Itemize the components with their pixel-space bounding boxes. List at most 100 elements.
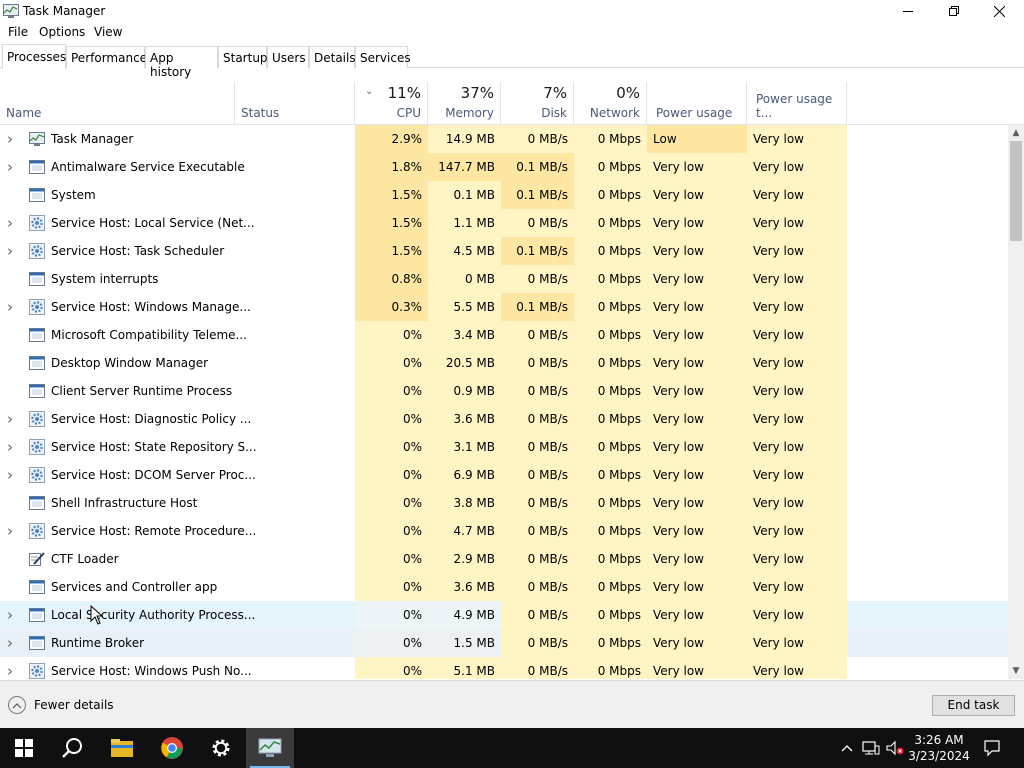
process-row[interactable]: › Service Host: Windows Manage... 0.3% 5.5 … bbox=[0, 293, 1008, 321]
column-memory[interactable]: 37% Memory bbox=[428, 82, 501, 125]
process-name: Services and Controller app bbox=[51, 580, 218, 594]
chevron-right-icon[interactable]: › bbox=[7, 293, 17, 321]
settings-button[interactable] bbox=[197, 728, 245, 768]
tab-startup[interactable]: Startup bbox=[218, 46, 268, 68]
cell-power: Very low bbox=[647, 461, 747, 489]
process-row[interactable]: › Service Host: Diagnostic Policy ... 0% 3.… bbox=[0, 405, 1008, 433]
cell-disk: 0 MB/s bbox=[501, 433, 574, 461]
volume-muted-icon bbox=[886, 740, 904, 756]
column-status[interactable]: Status bbox=[235, 82, 355, 125]
network-tray-button[interactable] bbox=[860, 728, 882, 768]
process-row[interactable]: Client Server Runtime Process 0% 0.9 MB 0 M… bbox=[0, 377, 1008, 405]
column-power-trend[interactable]: Power usage t... bbox=[747, 82, 847, 125]
cell-network: 0 Mbps bbox=[574, 489, 647, 517]
chevron-right-icon[interactable]: › bbox=[7, 405, 17, 433]
tab-details[interactable]: Details bbox=[309, 46, 356, 68]
column-name[interactable]: Name bbox=[0, 82, 235, 125]
cell-cpu: 0% bbox=[355, 601, 428, 629]
process-name: CTF Loader bbox=[51, 552, 119, 566]
cell-power: Very low bbox=[647, 237, 747, 265]
cell-cpu: 0% bbox=[355, 405, 428, 433]
tab-performance[interactable]: Performance bbox=[66, 46, 147, 68]
process-row[interactable]: › Service Host: Windows Push No... 0% 5.1 M… bbox=[0, 657, 1008, 679]
cell-memory: 3.6 MB bbox=[428, 405, 501, 433]
cell-power: Very low bbox=[647, 209, 747, 237]
cell-cpu: 0% bbox=[355, 377, 428, 405]
chrome-button[interactable] bbox=[148, 728, 196, 768]
tab-processes[interactable]: Processes bbox=[2, 44, 66, 69]
process-row[interactable]: › Service Host: State Repository S... 0% 3.… bbox=[0, 433, 1008, 461]
column-header: Name Status ⌄ 11% CPU 37% Memory 7% Disk… bbox=[0, 82, 1024, 125]
process-row[interactable]: › Service Host: DCOM Server Proc... 0% 6.9 … bbox=[0, 461, 1008, 489]
scroll-up-icon[interactable]: ▲ bbox=[1011, 128, 1021, 138]
taskmgr-taskbar-button[interactable] bbox=[246, 728, 294, 768]
process-name: Service Host: Diagnostic Policy ... bbox=[51, 412, 252, 426]
cell-power-trend: Very low bbox=[747, 489, 847, 517]
process-row[interactable]: › Service Host: Remote Procedure... 0% 4.7 … bbox=[0, 517, 1008, 545]
cell-cpu: 0.8% bbox=[355, 265, 428, 293]
process-row[interactable]: › Service Host: Local Service (Net... 1.5%… bbox=[0, 209, 1008, 237]
process-row[interactable]: Desktop Window Manager 0% 20.5 MB 0 MB/s 0 M… bbox=[0, 349, 1008, 377]
restore-button[interactable] bbox=[931, 0, 977, 22]
chevron-right-icon[interactable]: › bbox=[7, 629, 17, 657]
tab-app-history[interactable]: App history bbox=[145, 46, 218, 79]
cell-cpu: 0% bbox=[355, 517, 428, 545]
chevron-right-icon[interactable]: › bbox=[7, 601, 17, 629]
chevron-right-icon[interactable]: › bbox=[7, 517, 17, 545]
search-button[interactable] bbox=[48, 728, 96, 768]
end-task-button[interactable]: End task bbox=[932, 695, 1015, 716]
menu-view[interactable]: View bbox=[94, 25, 122, 39]
cell-memory: 5.5 MB bbox=[428, 293, 501, 321]
process-row[interactable]: System 1.5% 0.1 MB 0.1 MB/s 0 Mbps Very low Ve… bbox=[0, 181, 1008, 209]
fewer-details-button[interactable]: Fewer details bbox=[8, 695, 114, 715]
chevron-right-icon[interactable]: › bbox=[7, 209, 17, 237]
cell-power-trend: Very low bbox=[747, 125, 847, 153]
process-row[interactable]: System interrupts 0.8% 0 MB 0 MB/s 0 Mbps Ver… bbox=[0, 265, 1008, 293]
process-row[interactable]: Shell Infrastructure Host 0% 3.8 MB 0 MB/s 0… bbox=[0, 489, 1008, 517]
volume-tray-button[interactable] bbox=[884, 728, 906, 768]
cell-power: Very low bbox=[647, 517, 747, 545]
minimize-button[interactable] bbox=[885, 0, 931, 22]
tray-overflow-button[interactable] bbox=[838, 728, 856, 768]
tab-users[interactable]: Users bbox=[267, 46, 309, 68]
column-cpu-label: CPU bbox=[396, 106, 421, 120]
process-row[interactable]: › Antimalware Service Executable 1.8% 147.7… bbox=[0, 153, 1008, 181]
process-row[interactable]: Services and Controller app 0% 3.6 MB 0 MB/… bbox=[0, 573, 1008, 601]
process-row[interactable]: › Runtime Broker 0% 1.5 MB 0 MB/s 0 Mbps Very … bbox=[0, 629, 1008, 657]
tab-services[interactable]: Services bbox=[355, 46, 411, 68]
chevron-right-icon[interactable]: › bbox=[7, 125, 17, 153]
start-icon bbox=[15, 739, 33, 757]
column-power[interactable]: Power usage bbox=[647, 82, 747, 125]
close-button[interactable] bbox=[976, 0, 1022, 22]
column-network[interactable]: 0% Network bbox=[574, 82, 647, 125]
cell-power: Very low bbox=[647, 657, 747, 679]
chevron-right-icon[interactable]: › bbox=[7, 461, 17, 489]
file-explorer-button[interactable] bbox=[98, 728, 146, 768]
vertical-scrollbar[interactable]: ▲ ▼ bbox=[1008, 125, 1024, 679]
column-disk[interactable]: 7% Disk bbox=[501, 82, 574, 125]
scrollbar-thumb[interactable] bbox=[1010, 141, 1022, 241]
menu-options[interactable]: Options bbox=[39, 25, 85, 39]
start-button[interactable] bbox=[0, 728, 48, 768]
process-name: Service Host: DCOM Server Proc... bbox=[51, 468, 256, 482]
menu-file[interactable]: File bbox=[8, 25, 28, 39]
taskbar-clock[interactable]: 3:26 AM 3/23/2024 bbox=[906, 732, 972, 764]
scroll-down-icon[interactable]: ▼ bbox=[1011, 666, 1021, 676]
process-name: Client Server Runtime Process bbox=[51, 384, 233, 398]
memory-total: 37% bbox=[460, 84, 494, 102]
cell-cpu: 0% bbox=[355, 657, 428, 679]
process-list: › Task Manager 2.9% 14.9 MB 0 MB/s 0 Mbps Low V… bbox=[0, 125, 1008, 679]
process-row[interactable]: Microsoft Compatibility Teleme... 0% 3.4 M… bbox=[0, 321, 1008, 349]
column-cpu[interactable]: ⌄ 11% CPU bbox=[355, 82, 428, 125]
cell-power-trend: Very low bbox=[747, 293, 847, 321]
chevron-right-icon[interactable]: › bbox=[7, 433, 17, 461]
process-row[interactable]: › Local Security Authority Process... 0% 4.… bbox=[0, 601, 1008, 629]
network-icon bbox=[862, 741, 880, 755]
chevron-right-icon[interactable]: › bbox=[7, 153, 17, 181]
process-row[interactable]: CTF Loader 0% 2.9 MB 0 MB/s 0 Mbps Very low Ve… bbox=[0, 545, 1008, 573]
chevron-right-icon[interactable]: › bbox=[7, 657, 17, 679]
process-row[interactable]: › Task Manager 2.9% 14.9 MB 0 MB/s 0 Mbps Low V… bbox=[0, 125, 1008, 153]
process-row[interactable]: › Service Host: Task Scheduler 1.5% 4.5 MB 0… bbox=[0, 237, 1008, 265]
chevron-right-icon[interactable]: › bbox=[7, 237, 17, 265]
notification-button[interactable] bbox=[978, 728, 1006, 768]
